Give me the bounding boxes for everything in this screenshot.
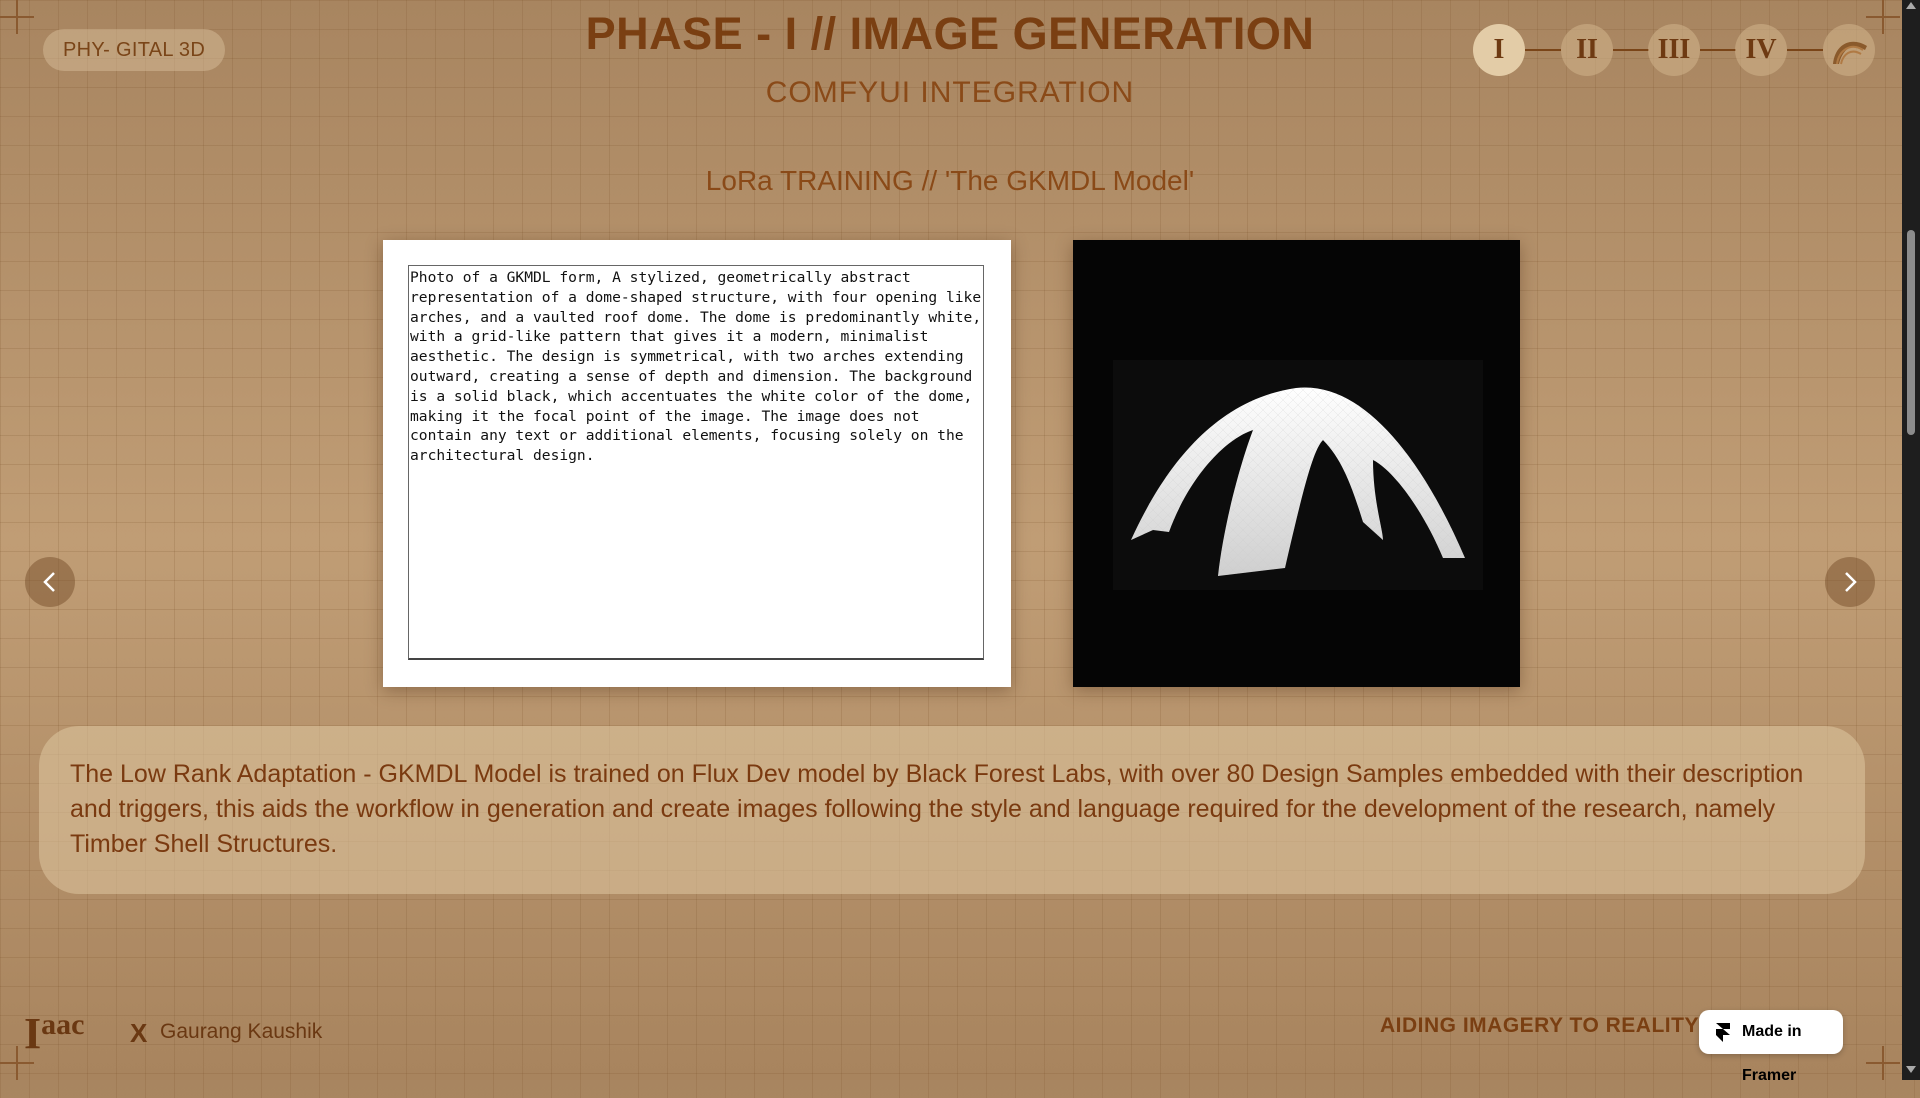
scrollbar-thumb[interactable] bbox=[1907, 230, 1915, 435]
logo-main-letter: I bbox=[24, 1009, 42, 1058]
framer-logo-icon bbox=[1716, 1023, 1730, 1042]
phase-4-button[interactable]: IV bbox=[1735, 24, 1787, 76]
footer-author: Gaurang Kaushik bbox=[160, 1020, 323, 1043]
logo-small-letters: aac bbox=[41, 1008, 85, 1041]
vertical-scrollbar[interactable] bbox=[1902, 0, 1920, 1080]
description-text: The Low Rank Adaptation - GKMDL Model is… bbox=[70, 760, 1804, 858]
shell-icon bbox=[1833, 41, 1867, 65]
previous-slide-button[interactable] bbox=[25, 557, 75, 607]
section-title: LoRa TRAINING // 'The GKMDL Model' bbox=[705, 165, 1195, 196]
scroll-up-icon[interactable] bbox=[1906, 2, 1916, 9]
phase-2-button[interactable]: II bbox=[1561, 24, 1613, 76]
phase-connector bbox=[1787, 49, 1823, 51]
shell-structure-button[interactable] bbox=[1823, 24, 1875, 76]
footer-tagline: AIDING IMAGERY TO REALITY bbox=[1380, 1014, 1699, 1037]
made-in-framer-badge[interactable]: Made in Framer bbox=[1699, 1010, 1843, 1084]
framer-badge-label: Made in Framer bbox=[1742, 1023, 1802, 1084]
corner-mark-bottom-right bbox=[1866, 1046, 1900, 1080]
chevron-left-icon bbox=[43, 572, 55, 592]
prompt-card: Photo of a GKMDL form, A stylized, geome… bbox=[383, 240, 1011, 687]
next-slide-button[interactable] bbox=[1825, 557, 1875, 607]
phase-connector bbox=[1525, 49, 1561, 51]
footer-separator: X bbox=[130, 1018, 148, 1048]
description-card: The Low Rank Adaptation - GKMDL Model is… bbox=[39, 726, 1865, 894]
generated-image bbox=[1073, 240, 1520, 687]
phase-connector bbox=[1613, 49, 1649, 51]
phase-1-button[interactable]: I bbox=[1473, 24, 1525, 76]
phase-navigation: I II III IV bbox=[1473, 24, 1875, 76]
phase-connector bbox=[1700, 49, 1736, 51]
page-subtitle: COMFYUI INTEGRATION bbox=[765, 76, 1135, 109]
iaac-logo: Iaac bbox=[24, 1008, 84, 1059]
chevron-right-icon bbox=[1845, 572, 1857, 592]
scroll-down-icon[interactable] bbox=[1906, 1066, 1916, 1073]
dome-render-image bbox=[1073, 240, 1520, 687]
prompt-textarea[interactable]: Photo of a GKMDL form, A stylized, geome… bbox=[408, 265, 984, 660]
phase-3-button[interactable]: III bbox=[1648, 24, 1700, 76]
